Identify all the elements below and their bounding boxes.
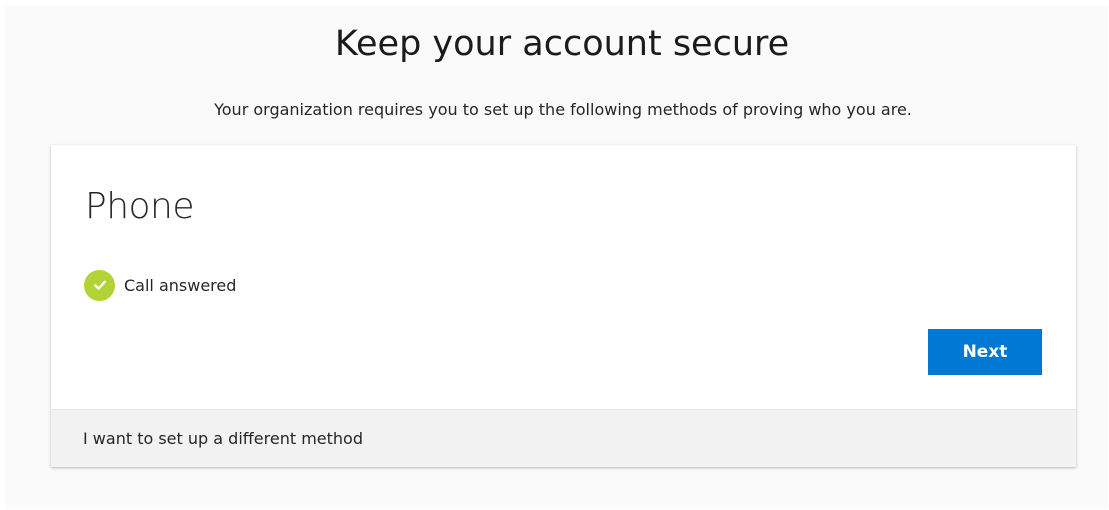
status-text: Call answered xyxy=(124,275,237,295)
next-button[interactable]: Next xyxy=(928,329,1042,375)
card-title: Phone xyxy=(85,186,195,227)
page: Keep your account secure Your organizati… xyxy=(0,0,1109,510)
page-title: Keep your account secure xyxy=(334,24,790,64)
card-footer: I want to set up a different method xyxy=(51,409,1076,467)
method-card: Phone Call answered Next I want to set u… xyxy=(51,145,1076,467)
check-circle-icon xyxy=(84,269,115,301)
different-method-link[interactable]: I want to set up a different method xyxy=(83,429,363,448)
status-row: Call answered xyxy=(84,269,236,301)
page-subtitle: Your organization requires you to set up… xyxy=(214,100,912,119)
